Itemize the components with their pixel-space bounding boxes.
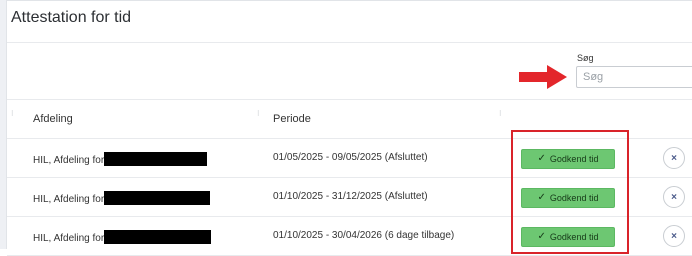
annotation-highlight-box <box>511 130 629 254</box>
title-divider <box>7 42 692 43</box>
department-prefix: HIL, Afdeling for <box>33 155 105 166</box>
department-cell: HIL, Afdeling for <box>33 152 208 166</box>
sort-handle-icon[interactable]: ⁝ <box>499 110 502 118</box>
attestation-panel: Attestation for tid Søg ⁝ Afdeling ⁝ Per… <box>6 0 692 256</box>
period-cell: 01/10/2025 - 31/12/2025 (Afsluttet) <box>273 191 428 202</box>
close-icon: × <box>671 152 677 164</box>
search-label: Søg <box>577 53 594 63</box>
period-cell: 01/05/2025 - 09/05/2025 (Afsluttet) <box>273 152 428 163</box>
remove-button[interactable]: × <box>663 147 685 169</box>
redacted-name <box>104 191 211 205</box>
page-title: Attestation for tid <box>11 9 132 26</box>
close-icon: × <box>671 191 677 203</box>
column-header-afdeling[interactable]: Afdeling <box>33 113 73 125</box>
sort-handle-icon[interactable]: ⁝ <box>257 110 260 118</box>
arrow-right-icon <box>519 65 567 89</box>
department-cell: HIL, Afdeling for <box>33 191 211 205</box>
period-cell: 01/10/2025 - 30/04/2026 (6 dage tilbage) <box>273 230 455 241</box>
search-input[interactable] <box>576 66 692 88</box>
department-prefix: HIL, Afdeling for <box>33 233 105 244</box>
remove-button[interactable]: × <box>663 186 685 208</box>
department-prefix: HIL, Afdeling for <box>33 194 105 205</box>
sort-handle-icon[interactable]: ⁝ <box>11 110 14 118</box>
redacted-name <box>104 230 212 244</box>
remove-button[interactable]: × <box>663 225 685 247</box>
close-icon: × <box>671 230 677 242</box>
redacted-name <box>104 152 208 166</box>
column-header-periode[interactable]: Periode <box>273 113 311 125</box>
department-cell: HIL, Afdeling for <box>33 230 212 244</box>
